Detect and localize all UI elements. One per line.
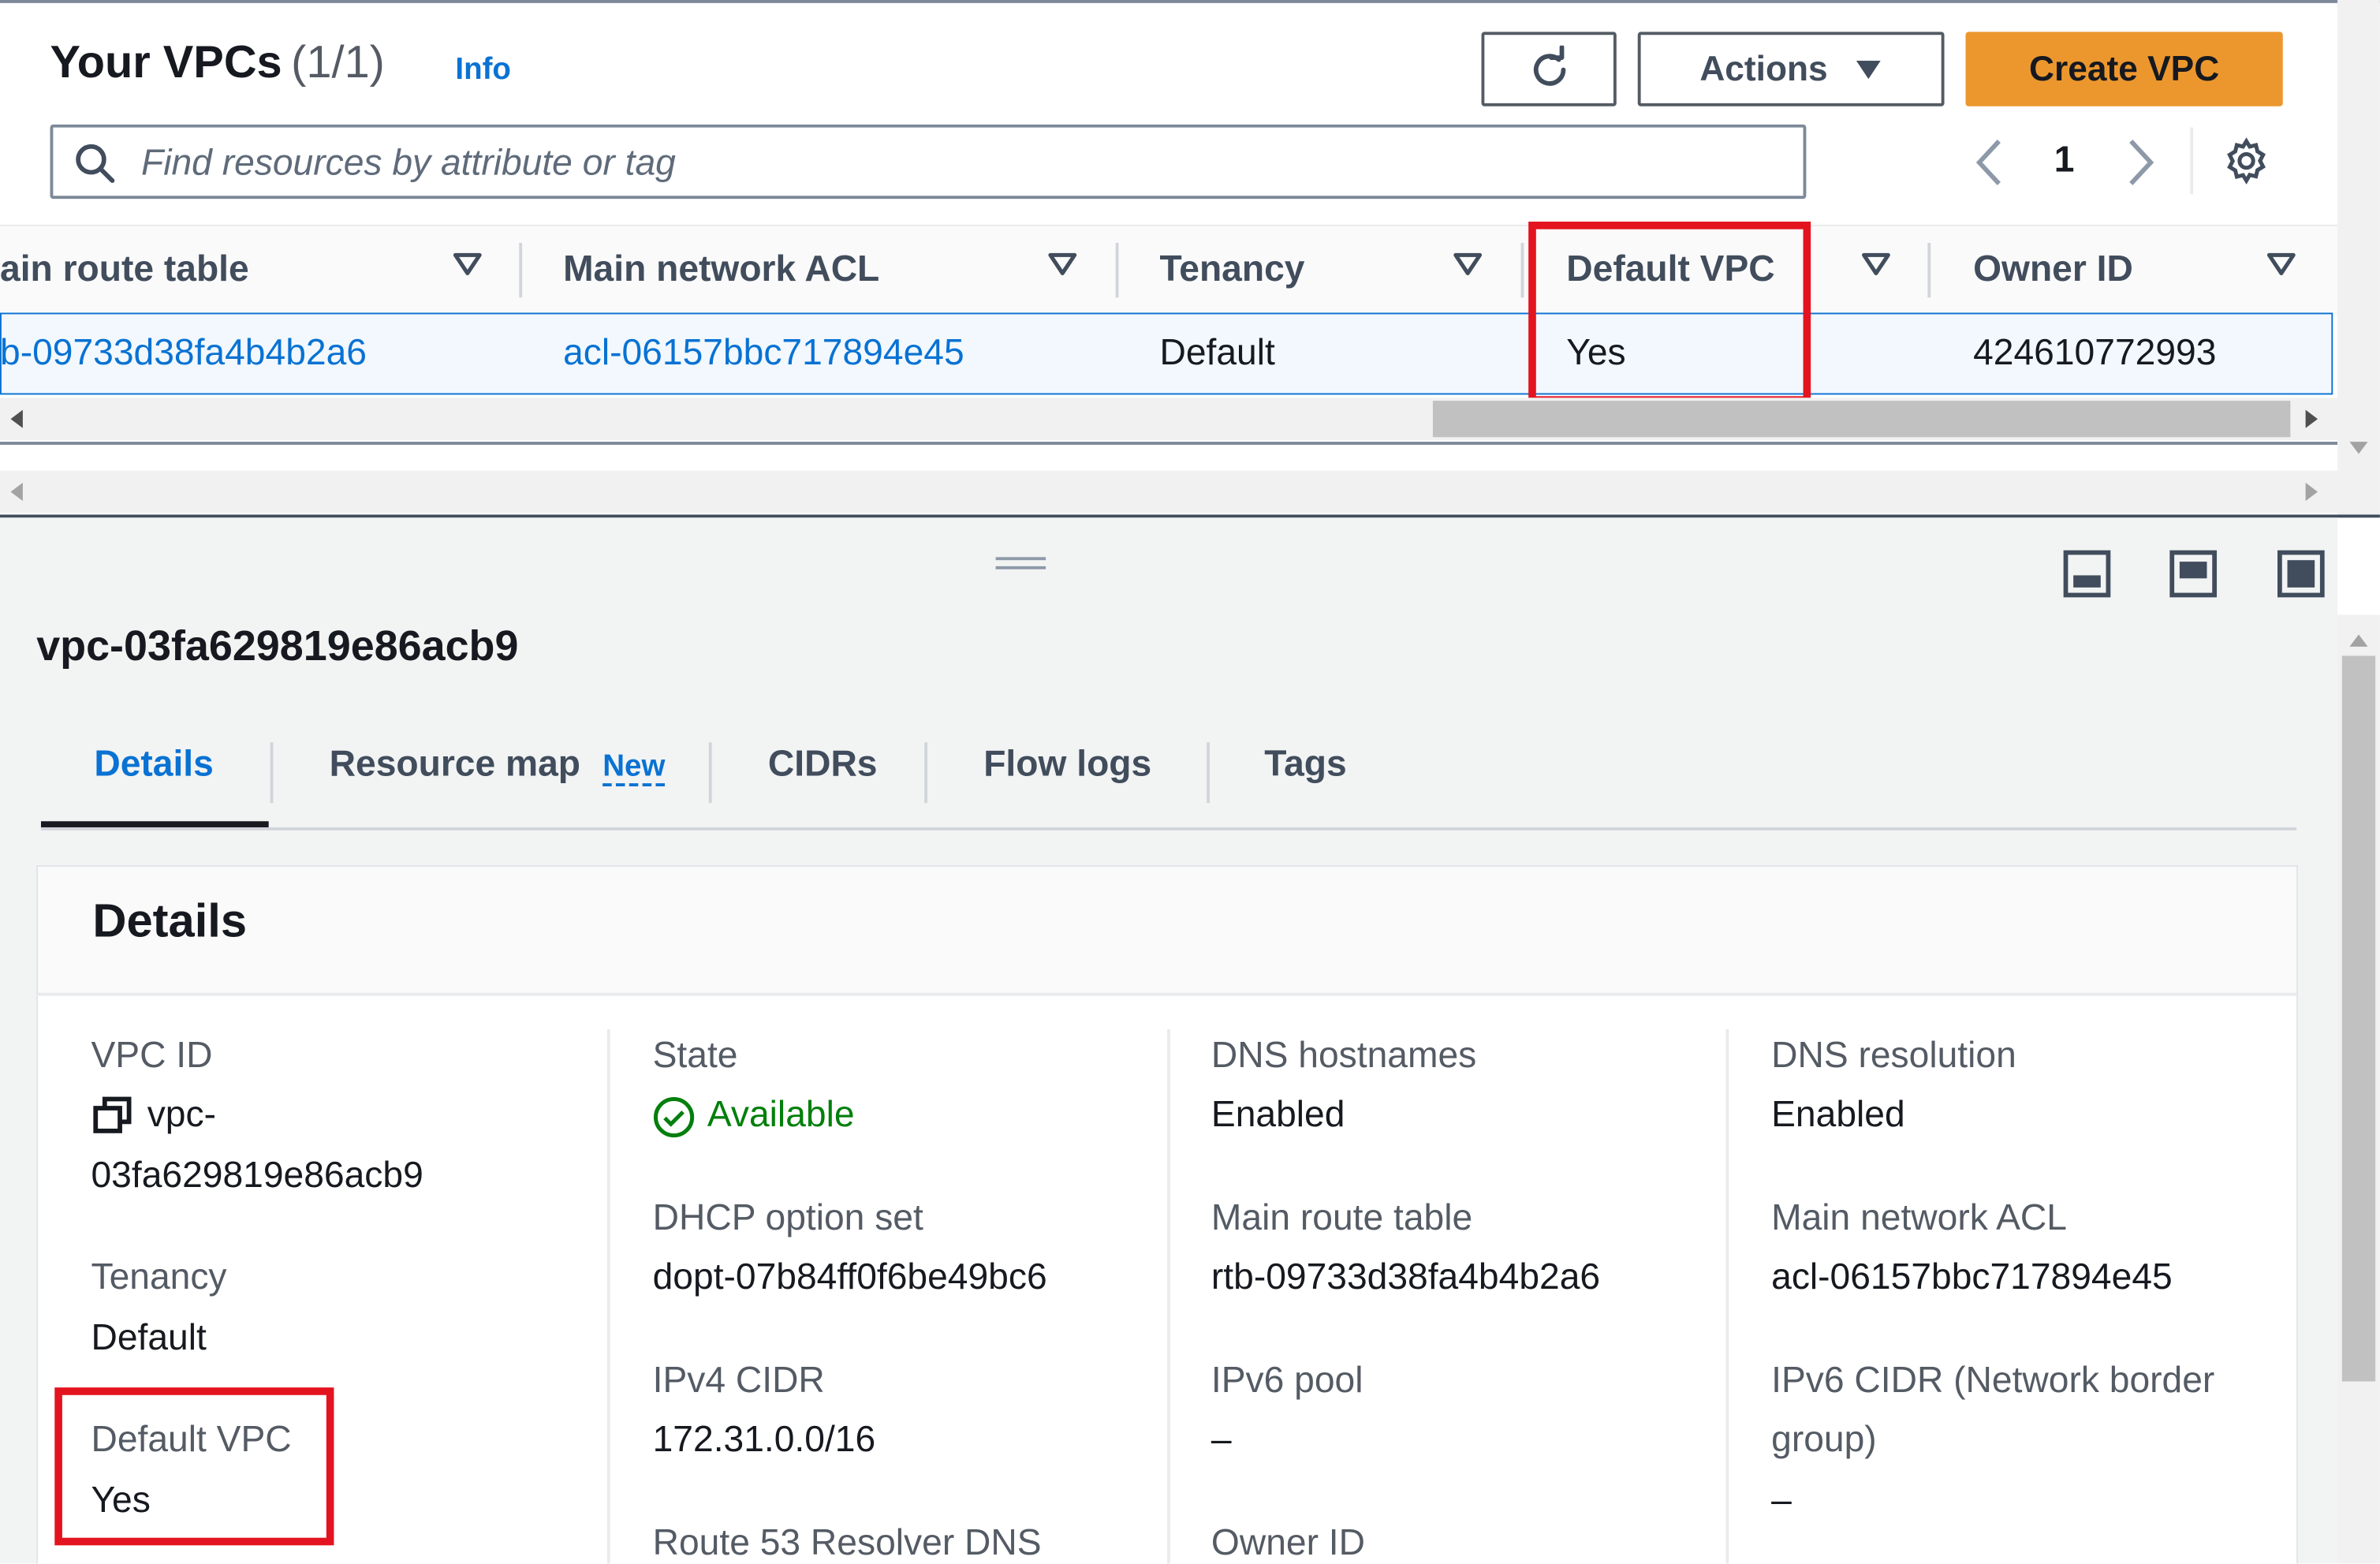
tabs-bottom-border xyxy=(40,827,2297,831)
tab-divider xyxy=(708,742,712,804)
ipv6-cidr-label-line1: IPv6 CIDR (Network border xyxy=(1771,1360,2215,1402)
caret-down-icon xyxy=(1855,49,1882,90)
column-tenancy[interactable]: Tenancy xyxy=(1159,228,1304,313)
tab-resource-map[interactable]: Resource map New xyxy=(330,744,666,786)
tab-resource-map-label: Resource map xyxy=(329,744,581,786)
copy-icon[interactable] xyxy=(91,1096,133,1144)
actions-dropdown[interactable]: Actions xyxy=(1637,32,1945,106)
column-separator xyxy=(1725,1028,1729,1564)
scroll-left-icon[interactable] xyxy=(9,481,24,510)
dhcp-label: DHCP option set xyxy=(652,1197,923,1239)
refresh-icon xyxy=(1524,44,1573,94)
vpc-id-value-line1: vpc- xyxy=(147,1094,216,1136)
sort-icon[interactable] xyxy=(1047,252,1077,284)
details-section-title: Details xyxy=(92,894,248,948)
tab-tags[interactable]: Tags xyxy=(1264,744,1346,786)
tenancy-cell: Default xyxy=(1159,332,1275,374)
sort-icon[interactable] xyxy=(453,252,483,284)
sort-icon[interactable] xyxy=(1453,252,1483,284)
column-separator xyxy=(606,1028,610,1564)
tab-divider xyxy=(924,742,927,804)
scroll-right-icon[interactable] xyxy=(2304,481,2319,510)
vpc-count: (1/1) xyxy=(291,38,385,88)
scrollbar-thumb[interactable] xyxy=(1432,401,2291,438)
column-divider[interactable] xyxy=(1115,242,1119,298)
sort-icon[interactable] xyxy=(1861,252,1891,284)
tab-details[interactable]: Details xyxy=(94,744,213,786)
scroll-up-icon[interactable] xyxy=(2348,629,2370,656)
details-header xyxy=(36,865,2298,996)
vpc-id-label: VPC ID xyxy=(91,1035,213,1077)
info-link[interactable]: Info xyxy=(455,53,511,88)
table-bottom-border xyxy=(0,442,2338,445)
network-acl-link[interactable]: acl-06157bbc717894e45 xyxy=(563,315,964,391)
search-input[interactable] xyxy=(138,136,1784,192)
ipv6-pool-label: IPv6 pool xyxy=(1211,1360,1363,1402)
scroll-down-icon[interactable] xyxy=(2348,435,2370,463)
new-badge: New xyxy=(602,749,666,786)
dns-resolution-value: Enabled xyxy=(1771,1094,1905,1136)
create-vpc-button[interactable]: Create VPC xyxy=(1965,32,2283,106)
route-table-link[interactable]: b-09733d38fa4b4b2a6 xyxy=(0,315,367,391)
ipv6-pool-value: – xyxy=(1211,1419,1232,1461)
tab-flow-logs[interactable]: Flow logs xyxy=(983,744,1151,786)
scroll-right-icon[interactable] xyxy=(2304,409,2319,438)
tab-cidrs[interactable]: CIDRs xyxy=(768,744,878,786)
dns-hostnames-value: Enabled xyxy=(1211,1094,1345,1136)
column-main-network-acl[interactable]: Main network ACL xyxy=(563,228,879,313)
actions-label: Actions xyxy=(1699,48,1828,88)
column-main-route-table[interactable]: ain route table xyxy=(0,228,249,313)
vpc-console: Your VPCs(1/1) Info Actions Create VPC 1… xyxy=(0,0,2380,1564)
split-side-icon[interactable] xyxy=(2169,550,2218,606)
column-divider[interactable] xyxy=(1520,242,1524,298)
vpc-heading: vpc-03fa629819e86acb9 xyxy=(36,622,519,670)
ipv6-cidr-label-line2: group) xyxy=(1771,1419,1877,1461)
column-owner-id[interactable]: Owner ID xyxy=(1973,228,2133,313)
dns-resolution-label: DNS resolution xyxy=(1771,1035,2016,1077)
main-network-acl-link[interactable]: acl-06157bbc717894e45 xyxy=(1771,1257,2173,1300)
column-divider[interactable] xyxy=(1927,242,1931,298)
refresh-button[interactable] xyxy=(1481,32,1617,106)
main-route-table-link[interactable]: rtb-09733d38fa4b4b2a6 xyxy=(1211,1257,1600,1300)
main-route-table-label: Main route table xyxy=(1211,1197,1473,1239)
vpc-id-value-line2: 03fa629819e86acb9 xyxy=(91,1155,423,1196)
full-screen-icon[interactable] xyxy=(2277,550,2326,606)
highlight-box xyxy=(54,1387,334,1546)
ipv4-cidr-label: IPv4 CIDR xyxy=(652,1360,825,1402)
split-bottom-icon[interactable] xyxy=(2063,550,2112,606)
state-label: State xyxy=(652,1035,738,1077)
dhcp-link[interactable]: dopt-07b84ff0f6be49bc6 xyxy=(653,1257,1047,1300)
prev-page-icon[interactable] xyxy=(1972,136,2008,196)
tenancy-label: Tenancy xyxy=(91,1256,227,1298)
dns-hostnames-label: DNS hostnames xyxy=(1211,1035,1477,1077)
state-value: Available xyxy=(707,1094,855,1136)
main-network-acl-label: Main network ACL xyxy=(1771,1197,2067,1239)
page-title-text: Your VPCs xyxy=(50,38,282,88)
owner-id-label: Owner ID xyxy=(1211,1522,1365,1564)
detail-scrollbar-thumb[interactable] xyxy=(2341,655,2376,1382)
top-border xyxy=(0,0,2380,3)
tab-divider xyxy=(270,742,274,804)
ipv4-cidr-value: 172.31.0.0/16 xyxy=(652,1419,876,1461)
page-number[interactable]: 1 xyxy=(2034,140,2095,182)
column-separator xyxy=(1167,1028,1170,1564)
pagination-divider xyxy=(2190,127,2194,195)
tab-divider xyxy=(1207,742,1210,804)
scroll-left-icon[interactable] xyxy=(9,409,24,438)
next-page-icon[interactable] xyxy=(2122,136,2158,196)
search-icon xyxy=(74,143,117,193)
sort-icon[interactable] xyxy=(2266,252,2296,284)
pane-scrollbar[interactable] xyxy=(0,470,2338,513)
owner-id-cell: 424610772993 xyxy=(1973,332,2217,374)
page-title: Your VPCs (1/1) xyxy=(50,38,385,89)
column-divider[interactable] xyxy=(519,242,523,298)
ipv6-cidr-value: – xyxy=(1771,1480,1792,1521)
highlight-box xyxy=(1528,222,1811,404)
settings-gear-icon[interactable] xyxy=(2222,136,2271,192)
check-circle-icon xyxy=(653,1096,696,1147)
route53-label: Route 53 Resolver DNS xyxy=(652,1522,1042,1564)
resize-handle[interactable] xyxy=(995,557,1046,569)
tenancy-value: Default xyxy=(91,1317,207,1359)
search-box[interactable] xyxy=(50,124,1807,200)
